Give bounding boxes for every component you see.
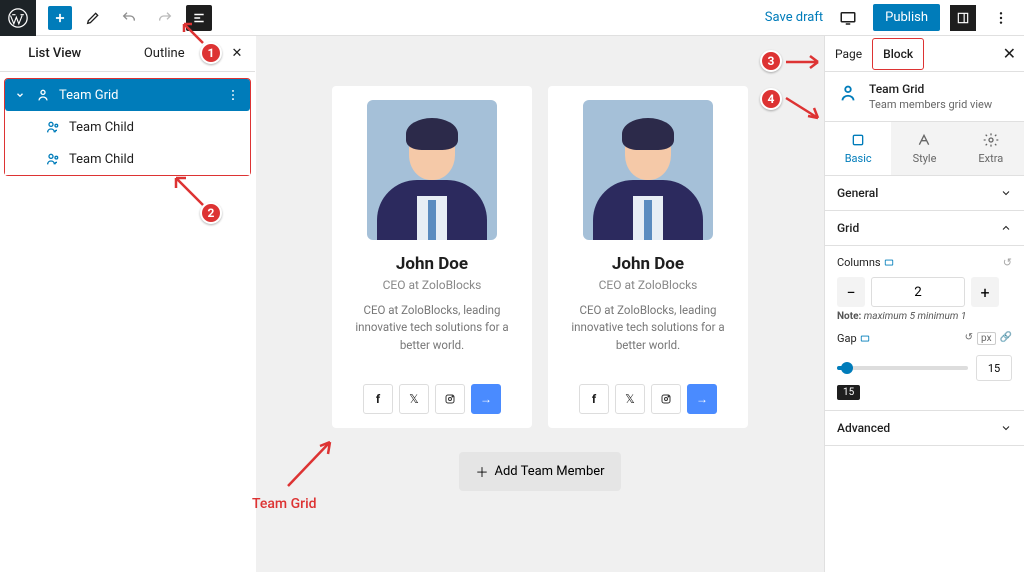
increment-button[interactable]: + <box>971 277 999 307</box>
arrow-icon[interactable]: → <box>471 384 501 414</box>
edit-icon[interactable] <box>78 3 108 33</box>
tree-item-team-child[interactable]: Team Child <box>5 111 250 143</box>
block-tree: Team Grid Team Child Team Child <box>4 78 251 176</box>
options-icon[interactable] <box>986 3 1016 33</box>
instagram-icon[interactable] <box>435 384 465 414</box>
subtab-extra[interactable]: Extra <box>958 122 1024 175</box>
add-block-button[interactable] <box>48 6 72 30</box>
settings-subtabs: Basic Style Extra <box>825 122 1024 176</box>
decrement-button[interactable]: − <box>837 277 865 307</box>
wordpress-logo[interactable] <box>0 0 36 36</box>
add-team-member-button[interactable]: ＋ Add Team Member <box>459 452 620 491</box>
team-child-icon <box>45 119 61 135</box>
team-card[interactable]: John Doe CEO at ZoloBlocks CEO at ZoloBl… <box>332 86 532 428</box>
more-icon[interactable] <box>226 88 240 102</box>
section-advanced[interactable]: Advanced <box>825 411 1024 446</box>
avatar <box>583 100 713 240</box>
x-icon[interactable]: 𝕏 <box>399 384 429 414</box>
block-settings-panel: Page Block ✕ Team Grid Team members grid… <box>824 36 1024 572</box>
team-grid-icon <box>35 87 51 103</box>
undo-icon[interactable] <box>114 3 144 33</box>
editor-canvas: John Doe CEO at ZoloBlocks CEO at ZoloBl… <box>256 36 824 572</box>
chevron-down-icon <box>15 90 27 100</box>
tree-item-team-child[interactable]: Team Child <box>5 143 250 175</box>
grid-settings: Columns ↺ − + Note: maximum 5 minimum 1 … <box>825 246 1024 411</box>
block-subtitle: Team members grid view <box>869 98 992 111</box>
redo-icon[interactable] <box>150 3 180 33</box>
member-role: CEO at ZoloBlocks <box>560 278 736 292</box>
tree-item-label: Team Child <box>69 120 134 135</box>
link-icon[interactable]: 🔗 <box>1000 332 1012 345</box>
social-buttons: f 𝕏 → <box>344 384 520 414</box>
gap-slider-row <box>837 355 1012 381</box>
add-member-label: Add Team Member <box>494 464 604 479</box>
facebook-icon[interactable]: f <box>579 384 609 414</box>
team-child-icon <box>45 151 61 167</box>
columns-stepper: − + <box>837 277 1012 307</box>
settings-tabs: Page Block ✕ <box>825 36 1024 72</box>
slider-tooltip: 15 <box>837 385 860 400</box>
block-title: Team Grid <box>869 82 992 96</box>
topbar-right: Save draft Publish <box>765 3 1016 33</box>
tab-page[interactable]: Page <box>825 39 872 69</box>
chevron-down-icon <box>1000 422 1012 434</box>
reset-icon[interactable]: ↺ <box>1003 256 1012 269</box>
publish-button[interactable]: Publish <box>873 4 940 31</box>
tab-list-view[interactable]: List View <box>0 38 110 69</box>
gap-input[interactable] <box>976 355 1012 381</box>
tab-outline[interactable]: Outline <box>110 38 220 69</box>
gap-slider[interactable] <box>837 366 968 370</box>
columns-note: Note: maximum 5 minimum 1 <box>837 311 1012 322</box>
list-view-tabs: List View Outline ✕ <box>0 36 255 72</box>
facebook-icon[interactable]: f <box>363 384 393 414</box>
instagram-icon[interactable] <box>651 384 681 414</box>
editor-topbar: Save draft Publish <box>0 0 1024 36</box>
block-icon <box>837 82 859 104</box>
member-desc: CEO at ZoloBlocks, leading innovative te… <box>344 302 520 354</box>
section-grid[interactable]: Grid <box>825 211 1024 246</box>
avatar <box>367 100 497 240</box>
block-header-text: Team Grid Team members grid view <box>869 82 992 111</box>
section-general[interactable]: General <box>825 176 1024 211</box>
member-name: John Doe <box>344 254 520 274</box>
settings-toggle-icon[interactable] <box>950 5 976 31</box>
tree-item-label: Team Grid <box>59 88 118 103</box>
x-icon[interactable]: 𝕏 <box>615 384 645 414</box>
columns-label: Columns <box>837 256 895 269</box>
topbar-left <box>0 0 212 36</box>
reset-icon[interactable]: ↺ <box>965 332 973 345</box>
document-overview-icon[interactable] <box>186 5 212 31</box>
close-icon[interactable]: ✕ <box>1003 44 1016 63</box>
preview-icon[interactable] <box>833 3 863 33</box>
tree-item-label: Team Child <box>69 152 134 167</box>
gap-controls: ↺ px 🔗 <box>965 332 1012 345</box>
subtab-style[interactable]: Style <box>891 122 957 175</box>
tree-item-team-grid[interactable]: Team Grid <box>5 79 250 111</box>
block-header: Team Grid Team members grid view <box>825 72 1024 122</box>
chevron-up-icon <box>1000 222 1012 234</box>
arrow-icon[interactable]: → <box>687 384 717 414</box>
list-view-panel: List View Outline ✕ Team Grid <box>0 36 256 572</box>
member-role: CEO at ZoloBlocks <box>344 278 520 292</box>
save-draft-link[interactable]: Save draft <box>765 10 823 25</box>
member-name: John Doe <box>560 254 736 274</box>
member-desc: CEO at ZoloBlocks, leading innovative te… <box>560 302 736 354</box>
editor-main: List View Outline ✕ Team Grid <box>0 36 1024 572</box>
columns-input[interactable] <box>871 277 965 307</box>
close-icon[interactable]: ✕ <box>219 46 255 61</box>
team-grid-block[interactable]: John Doe CEO at ZoloBlocks CEO at ZoloBl… <box>316 86 764 428</box>
plus-icon: ＋ <box>475 462 488 481</box>
chevron-down-icon <box>1000 187 1012 199</box>
gap-label: Gap <box>837 332 871 345</box>
unit-label[interactable]: px <box>977 332 996 345</box>
subtab-basic[interactable]: Basic <box>825 122 891 175</box>
tab-block[interactable]: Block <box>872 38 924 70</box>
team-card[interactable]: John Doe CEO at ZoloBlocks CEO at ZoloBl… <box>548 86 748 428</box>
social-buttons: f 𝕏 → <box>560 384 736 414</box>
